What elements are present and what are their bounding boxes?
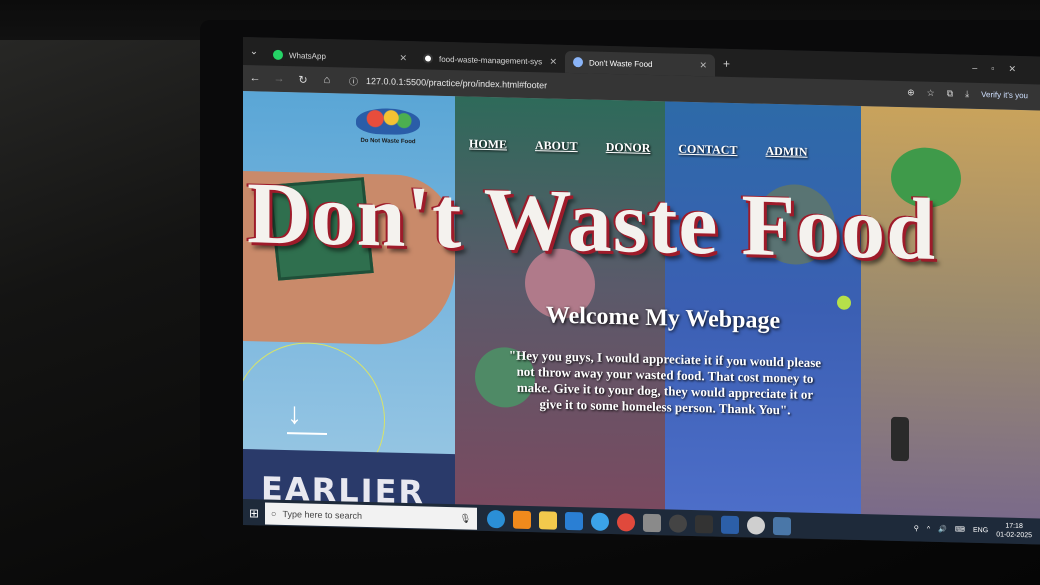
database-icon[interactable] (773, 516, 791, 536)
close-icon[interactable]: ✕ (549, 56, 557, 67)
nav-donor[interactable]: DONOR (606, 140, 651, 156)
back-button[interactable]: ← (243, 72, 267, 85)
tab-search-icon[interactable]: ⌄ (243, 46, 265, 66)
vlc-icon[interactable] (513, 510, 531, 530)
extensions-icon[interactable]: ⧉ (947, 88, 953, 99)
whatsapp-icon (273, 49, 283, 60)
store-icon[interactable] (643, 513, 661, 533)
bin-illustration (891, 416, 909, 462)
url-field[interactable]: ⓘ 127.0.0.1:5500/practice/pro/index.html… (349, 74, 547, 92)
globe-icon (573, 57, 583, 68)
chevron-up-icon[interactable]: ^ (927, 525, 930, 532)
logo-text: Do Not Waste Food (360, 137, 416, 146)
download-icon[interactable]: ⤓ (965, 89, 969, 100)
site-info-icon[interactable]: ⓘ (349, 74, 358, 87)
github-icon (423, 53, 433, 64)
windows-start-icon[interactable]: ⊞ (243, 506, 265, 521)
reload-button[interactable]: ↻ (291, 73, 315, 87)
tab-label: WhatsApp (289, 50, 326, 61)
laptop-screen: ⌄ WhatsApp ✕ food-waste-management-sys ✕… (243, 37, 1040, 545)
quote-text: "Hey you guys, I would appreciate it if … (508, 347, 822, 418)
file-explorer-icon[interactable] (539, 511, 557, 530)
language-label[interactable]: ENG (973, 526, 988, 533)
people-icon[interactable]: ⚲ (914, 524, 919, 532)
nav-home[interactable]: HOME (469, 137, 507, 153)
volume-icon[interactable]: 🔊 (938, 525, 947, 533)
microphone-icon[interactable]: 🎙 (460, 513, 471, 524)
search-icon: ○ (271, 508, 277, 519)
taskbar-apps (487, 509, 791, 536)
browser-right-controls: ⊕ ☆ ⧉ ⤓ Verify it's you (907, 87, 1028, 101)
github-desktop-icon[interactable] (669, 514, 687, 533)
close-icon[interactable]: ✕ (399, 52, 407, 63)
code-icon[interactable] (721, 515, 739, 535)
logo-icon (356, 107, 420, 136)
nav-admin[interactable]: ADMIN (765, 144, 807, 160)
app-icon[interactable] (695, 515, 713, 534)
zoom-icon[interactable]: ⊕ (907, 87, 915, 98)
verify-button[interactable]: Verify it's you (981, 90, 1028, 100)
tab-label: Don't Waste Food (589, 57, 653, 69)
edge-icon[interactable] (487, 509, 505, 529)
bookmark-star-icon[interactable]: ☆ (927, 88, 935, 99)
background-panel-4 (837, 106, 1040, 521)
download-arrow-icon[interactable]: ↓ (287, 397, 302, 431)
new-tab-button[interactable]: + (715, 57, 738, 78)
home-button[interactable]: ⌂ (315, 74, 339, 87)
nav-contact[interactable]: CONTACT (678, 142, 737, 158)
forward-button[interactable]: → (267, 73, 291, 86)
hero-title: Don't Waste Food (247, 165, 937, 279)
taskbar-clock[interactable]: 17:18 01-02-2025 (996, 521, 1032, 540)
search-placeholder: Type here to search (282, 508, 362, 521)
nav-about[interactable]: ABOUT (535, 138, 578, 154)
tab-label: food-waste-management-sys (439, 54, 543, 66)
system-tray: ⚲ ^ 🔊 ⌨ ENG 17:18 01-02-2025 (914, 519, 1032, 540)
keyboard-icon[interactable]: ⌨ (955, 525, 965, 533)
url-text: 127.0.0.1:5500/practice/pro/index.html#f… (366, 76, 548, 91)
webpage: ↓ EARLIER Do Not Waste Food HOME ABOUT D… (243, 91, 1040, 521)
internet-explorer-icon[interactable] (591, 512, 609, 531)
dot-illustration (837, 295, 851, 310)
taskbar-search[interactable]: ○ Type here to search 🎙 (265, 502, 477, 530)
clock-date: 01-02-2025 (996, 531, 1032, 540)
window-controls[interactable]: –▫✕ (972, 63, 1030, 75)
chrome-icon[interactable] (617, 513, 635, 532)
vscode-icon[interactable] (565, 511, 583, 531)
earlier-band: EARLIER (243, 449, 455, 511)
close-icon[interactable]: ✕ (699, 60, 707, 71)
browser-icon[interactable] (747, 516, 765, 535)
site-logo[interactable]: Do Not Waste Food (343, 107, 433, 155)
